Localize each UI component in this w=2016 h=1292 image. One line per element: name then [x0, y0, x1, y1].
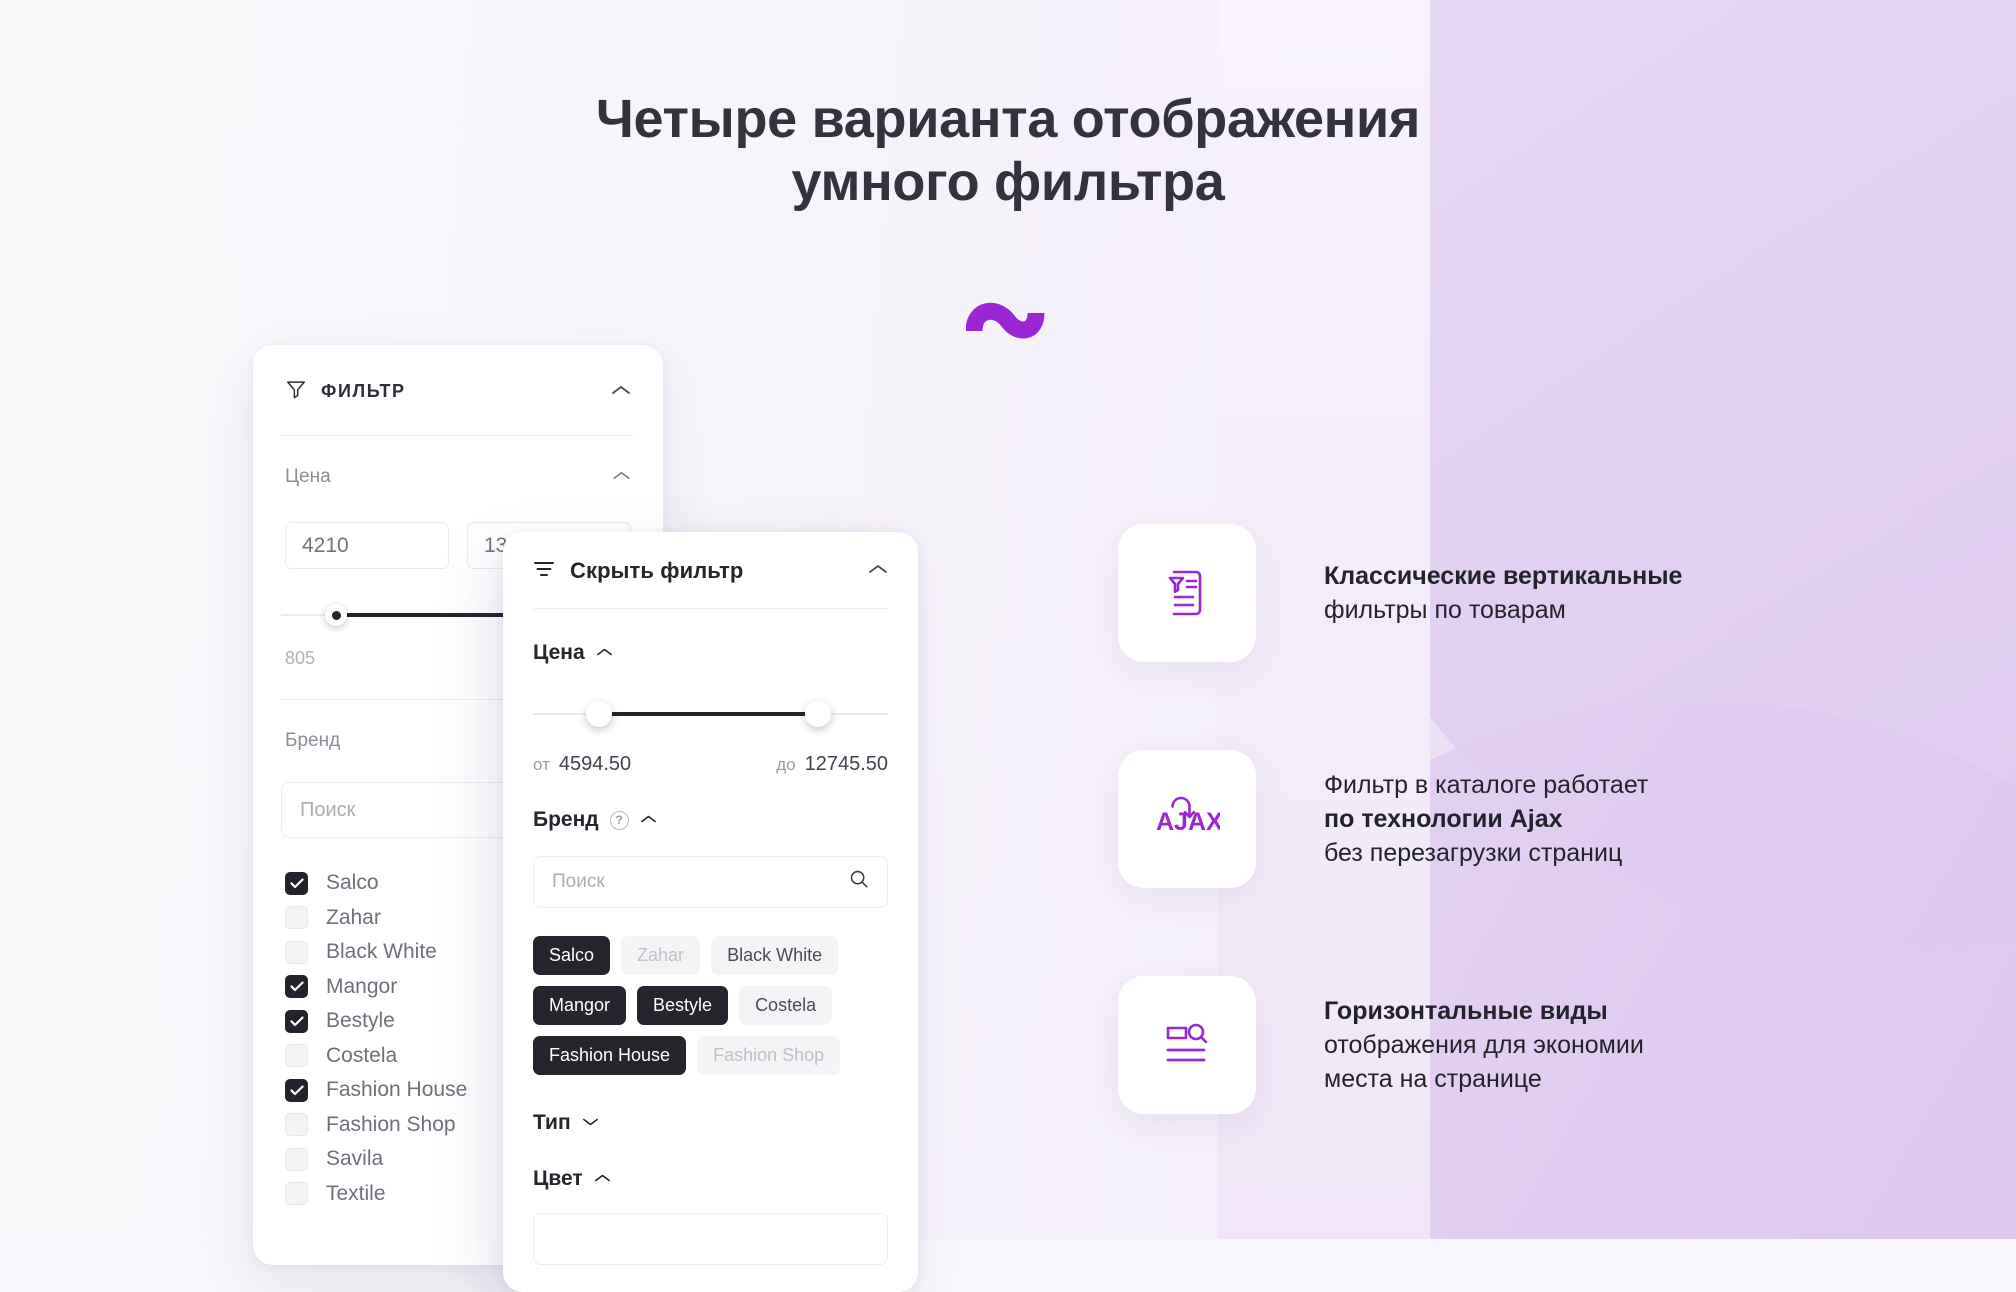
feature-text-line: Классические вертикальные	[1324, 562, 1683, 590]
brand-checkbox-label: Zahar	[326, 905, 381, 929]
brand-tag[interactable]: Fashion Shop	[697, 1036, 841, 1075]
filter-panel-header[interactable]: ФИЛЬТР	[253, 345, 663, 405]
page-title-line-2: умного фильтра	[791, 152, 1225, 213]
feature-text-line: отображения для экономии	[1324, 1031, 1644, 1059]
price-to-label: до	[776, 755, 796, 774]
feature-text-line: фильтры по товарам	[1324, 596, 1566, 624]
price-to-group: до 12745.50	[776, 753, 888, 776]
price-range-handle-min[interactable]	[586, 701, 612, 727]
brand-checkbox-label: Fashion Shop	[326, 1112, 456, 1136]
chevron-up-icon[interactable]	[594, 1170, 611, 1188]
feature-item: Горизонтальные виды отображения для эконо…	[1118, 976, 1682, 1114]
filter-panel-title: ФИЛЬТР	[321, 381, 406, 401]
brand-search-input[interactable]: Поиск	[533, 856, 888, 908]
horizontal-search-icon	[1118, 976, 1256, 1114]
feature-text-line: без перезагрузки страниц	[1324, 839, 1623, 867]
checkbox-unchecked-icon[interactable]	[285, 940, 308, 964]
brand-checkbox-label: Fashion House	[326, 1078, 468, 1102]
type-section-header[interactable]: Тип	[533, 1111, 888, 1135]
brand-checkbox-label: Savila	[326, 1147, 384, 1171]
brand-tag[interactable]: Salco	[533, 936, 611, 975]
brand-section-label: Бренд	[533, 808, 599, 831]
funnel-icon	[285, 378, 307, 405]
svg-text:AJAX: AJAX	[1156, 808, 1220, 836]
brand-tag-list: Salco Zahar Black White Mangor Bestyle Costel…	[533, 936, 888, 1075]
brand-checkbox-label: Bestyle	[326, 1009, 395, 1033]
hide-filter-header[interactable]: Скрыть фильтр	[503, 532, 918, 584]
chevron-up-icon[interactable]	[611, 383, 631, 401]
modern-filter-body: Цена от 4594.50 до 12745.50 Бренд ? Поис…	[503, 641, 918, 1265]
price-range-values: от 4594.50 до 12745.50	[533, 753, 888, 776]
color-section-label: Цвет	[533, 1167, 583, 1190]
feature-item: AJAX Фильтр в каталоге работает по техноло…	[1118, 750, 1682, 888]
feature-text-line: по технологии Ajax	[1324, 805, 1563, 833]
brand-section-label: Бренд	[285, 730, 341, 751]
ajax-icon: AJAX	[1118, 750, 1256, 888]
filter-lines-icon	[533, 560, 555, 583]
price-section-label: Цена	[533, 641, 585, 664]
price-section-label: Цена	[285, 466, 331, 487]
filter-document-icon	[1118, 524, 1256, 662]
chevron-down-icon[interactable]	[582, 1114, 599, 1132]
brand-checkbox-label: Black White	[326, 940, 437, 964]
brand-tag[interactable]: Bestyle	[637, 986, 729, 1025]
feature-text-line: Горизонтальные виды	[1324, 997, 1608, 1025]
header-divider	[533, 608, 888, 609]
price-min-input[interactable]: 4210	[285, 522, 449, 569]
brand-checkbox-label: Costela	[326, 1043, 398, 1067]
modern-filter-panel[interactable]: Скрыть фильтр Цена от 4594.50 до 12745.5…	[503, 532, 918, 1292]
brand-search-placeholder: Поиск	[300, 798, 356, 821]
question-circle-icon[interactable]: ?	[609, 810, 629, 830]
price-range-handle-max[interactable]	[805, 701, 831, 727]
color-search-input[interactable]	[533, 1213, 888, 1265]
price-to-value: 12745.50	[804, 753, 888, 775]
color-section-header[interactable]: Цвет	[533, 1167, 888, 1191]
feature-item: Классические вертикальные фильтры по това…	[1118, 524, 1682, 662]
price-range-handle-min[interactable]	[325, 604, 347, 626]
checkbox-checked-icon[interactable]	[285, 1009, 308, 1033]
feature-text-line: Фильтр в каталоге работает	[1324, 771, 1649, 799]
type-section-label: Тип	[533, 1111, 571, 1134]
checkbox-unchecked-icon[interactable]	[285, 906, 308, 930]
checkbox-checked-icon[interactable]	[285, 1078, 308, 1102]
brand-section-header[interactable]: Бренд ?	[533, 808, 888, 832]
price-section-header[interactable]: Цена	[533, 641, 888, 665]
page-title: Четыре варианта отображения умного фильт…	[0, 88, 2016, 214]
checkbox-checked-icon[interactable]	[285, 975, 308, 999]
checkbox-unchecked-icon[interactable]	[285, 1113, 308, 1137]
page-title-line-1: Четыре варианта отображения	[595, 89, 1421, 149]
brand-tag[interactable]: Black White	[711, 936, 839, 975]
feature-text: Горизонтальные виды отображения для эконо…	[1324, 994, 1644, 1096]
feature-text: Классические вертикальные фильтры по това…	[1324, 559, 1682, 627]
chevron-up-icon[interactable]	[868, 562, 888, 580]
feature-list: Классические вертикальные фильтры по това…	[1118, 524, 1682, 1114]
brand-tag[interactable]: Mangor	[533, 986, 627, 1025]
brand-checkbox-label: Mangor	[326, 974, 398, 998]
chevron-up-icon[interactable]	[640, 811, 657, 829]
feature-text: Фильтр в каталоге работает по технологии …	[1324, 768, 1648, 870]
brand-tag[interactable]: Zahar	[621, 936, 701, 975]
price-section-header[interactable]: Цена	[281, 466, 635, 488]
price-from-label: от	[533, 755, 550, 774]
checkbox-unchecked-icon[interactable]	[285, 1147, 308, 1171]
chevron-up-icon[interactable]	[596, 644, 613, 662]
checkbox-unchecked-icon[interactable]	[285, 1044, 308, 1068]
checkbox-checked-icon[interactable]	[285, 871, 308, 895]
brand-search-placeholder: Поиск	[552, 871, 605, 892]
hide-filter-label: Скрыть фильтр	[570, 558, 744, 583]
brand-tag[interactable]: Costela	[739, 986, 833, 1025]
checkbox-unchecked-icon[interactable]	[285, 1182, 308, 1206]
brand-checkbox-label: Textile	[326, 1181, 386, 1205]
price-from-value: 4594.50	[558, 753, 632, 775]
brand-checkbox-label: Salco	[326, 871, 379, 895]
chevron-up-icon[interactable]	[612, 468, 631, 486]
feature-text-line: места на странице	[1324, 1065, 1542, 1093]
price-range-slider[interactable]	[533, 701, 888, 727]
tilde-decoration-icon	[965, 293, 1050, 358]
price-from-group: от 4594.50	[533, 753, 631, 776]
price-range-fill	[599, 712, 818, 716]
brand-tag[interactable]: Fashion House	[533, 1036, 687, 1075]
search-icon[interactable]	[849, 869, 869, 895]
